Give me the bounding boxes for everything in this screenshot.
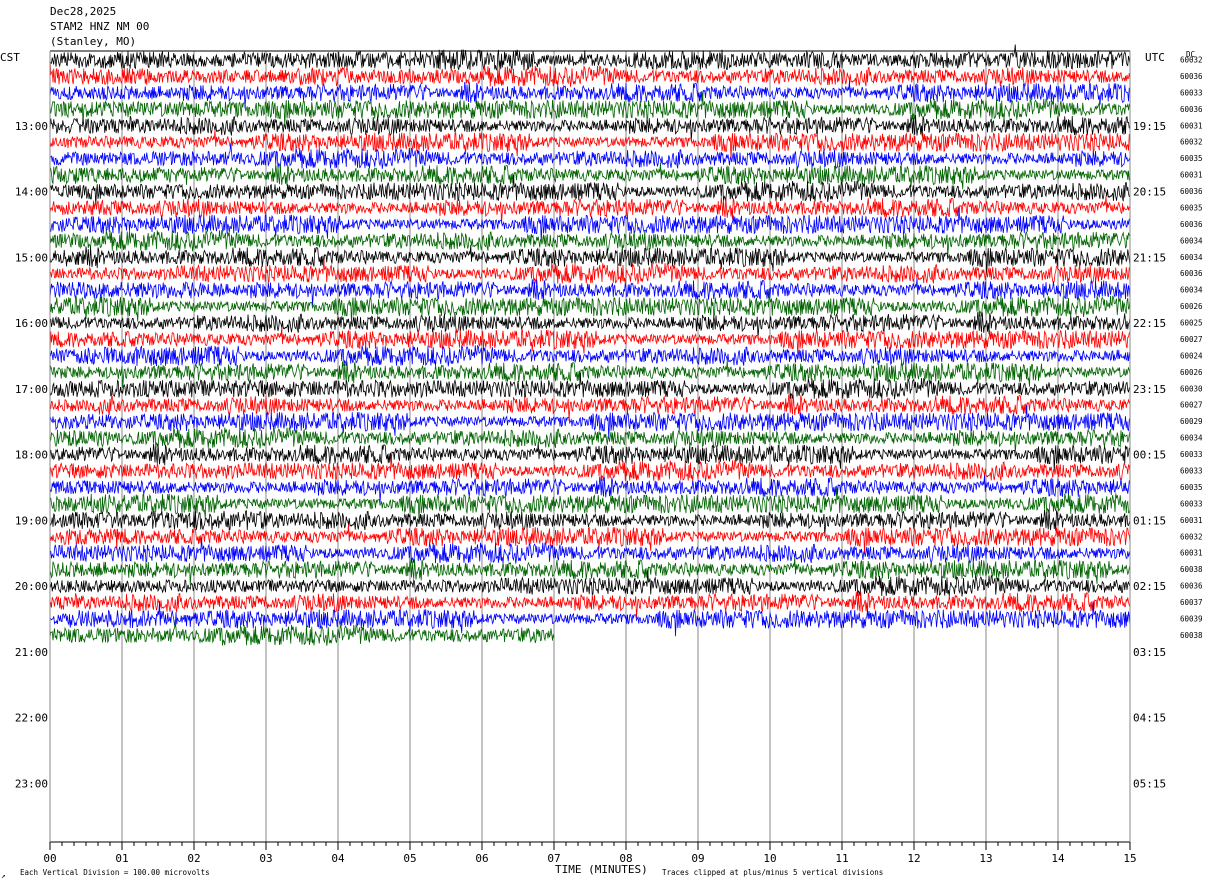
dc-offset-label: 60036 <box>1180 105 1203 114</box>
dc-offset-label: 60030 <box>1180 384 1203 393</box>
dc-offset-label: 60036 <box>1180 269 1203 278</box>
dc-offset-label: 60026 <box>1180 368 1203 377</box>
left-hour-label: 20:00 <box>15 580 48 593</box>
dc-offset-label: 60034 <box>1180 253 1203 262</box>
right-timezone-label: UTC <box>1145 51 1165 64</box>
left-hour-label: 18:00 <box>15 449 48 462</box>
dc-offset-label: 60034 <box>1180 434 1203 443</box>
x-tick-label: 15 <box>1123 852 1136 865</box>
x-axis-label: TIME (MINUTES) <box>555 863 648 876</box>
left-hour-label: 13:00 <box>15 120 48 133</box>
x-tick-label: 10 <box>763 852 776 865</box>
x-tick-label: 09 <box>691 852 704 865</box>
footer-scale-note: Each Vertical Division = 100.00 microvol… <box>20 868 210 877</box>
x-tick-label: 01 <box>115 852 128 865</box>
right-hour-label: 03:15 <box>1133 646 1166 659</box>
dc-offset-label: 60038 <box>1180 631 1203 640</box>
dc-offset-labels: 60032 60036 60033 60036 60031 60032 60035 60031… <box>1180 56 1203 640</box>
dc-offset-label: 60031 <box>1180 549 1203 558</box>
right-hour-label: 22:15 <box>1133 317 1166 330</box>
right-hour-label: 20:15 <box>1133 186 1166 199</box>
left-hour-label: 15:00 <box>15 251 48 264</box>
seismic-trace <box>49 174 1131 206</box>
x-tick-label: 11 <box>835 852 848 865</box>
x-tick-label: 03 <box>259 852 272 865</box>
dc-offset-label: 60032 <box>1180 56 1203 65</box>
left-hour-label: 19:00 <box>15 514 48 527</box>
seismic-trace <box>49 404 1131 439</box>
left-hour-label: 21:00 <box>15 646 48 659</box>
right-hour-label: 02:15 <box>1133 580 1166 593</box>
footer-clip-note: Traces clipped at plus/minus 5 vertical … <box>662 868 883 877</box>
title-date: Dec28,2025 <box>50 5 116 18</box>
left-hour-label: 16:00 <box>15 317 48 330</box>
seismic-trace <box>49 455 1131 482</box>
x-tick-label: 05 <box>403 852 416 865</box>
right-hour-label: 00:15 <box>1133 449 1166 462</box>
dc-offset-label: 60032 <box>1180 138 1203 147</box>
dc-offset-label: 60024 <box>1180 351 1203 360</box>
right-hour-label: 23:15 <box>1133 383 1166 396</box>
left-hour-label: 23:00 <box>15 777 48 790</box>
dc-offset-label: 60036 <box>1180 187 1203 196</box>
seismic-traces <box>49 44 1131 646</box>
dc-offset-label: 60036 <box>1180 220 1203 229</box>
corner-arrow-icon: ↗ <box>1 871 6 880</box>
right-hour-label: 05:15 <box>1133 777 1166 790</box>
seismic-trace <box>49 277 1131 306</box>
dc-offset-label: 60031 <box>1180 516 1203 525</box>
right-hour-label: 01:15 <box>1133 514 1166 527</box>
right-hour-label: 19:15 <box>1133 120 1166 133</box>
x-tick-label: 14 <box>1051 852 1065 865</box>
left-timezone-label: CST <box>0 51 20 64</box>
dc-offset-label: 60033 <box>1180 88 1203 97</box>
x-tick-label: 00 <box>43 852 56 865</box>
seismic-trace <box>49 591 1131 619</box>
seismic-trace <box>49 44 1131 72</box>
right-hour-label: 21:15 <box>1133 251 1166 264</box>
right-hour-label: 04:15 <box>1133 712 1166 725</box>
dc-offset-label: 60038 <box>1180 565 1203 574</box>
left-hour-label: 22:00 <box>15 712 48 725</box>
x-tick-label: 13 <box>979 852 992 865</box>
seismic-trace <box>49 129 1131 160</box>
dc-offset-label: 60031 <box>1180 171 1203 180</box>
x-axis-ticks: 00 01 02 03 04 05 06 07 08 09 10 11 12 13 14 15 <box>43 842 1137 865</box>
x-tick-label: 02 <box>187 852 200 865</box>
seismic-trace <box>49 509 1131 536</box>
dc-offset-label: 60036 <box>1180 582 1203 591</box>
dc-offset-label: 60025 <box>1180 319 1203 328</box>
seismogram: Dec28,2025 STAM2 HNZ NM 00 (Stanley, MO)… <box>0 5 1203 880</box>
x-tick-label: 12 <box>907 852 920 865</box>
seismic-trace <box>49 57 1131 87</box>
dc-offset-label: 60036 <box>1180 72 1203 81</box>
dc-offset-label: 60027 <box>1180 335 1203 344</box>
dc-offset-label: 60029 <box>1180 417 1203 426</box>
dc-offset-label: 60033 <box>1180 450 1203 459</box>
seismic-trace <box>49 327 1131 357</box>
dc-offset-label: 60035 <box>1180 483 1203 492</box>
dc-offset-label: 60031 <box>1180 121 1203 130</box>
x-tick-label: 04 <box>331 852 345 865</box>
title-location: (Stanley, MO) <box>50 35 136 48</box>
dc-offset-label: 60035 <box>1180 203 1203 212</box>
left-hour-label: 14:00 <box>15 186 48 199</box>
dc-offset-label: 60033 <box>1180 467 1203 476</box>
dc-offset-label: 60027 <box>1180 401 1203 410</box>
dc-offset-label: 60032 <box>1180 532 1203 541</box>
dc-offset-label: 60034 <box>1180 236 1203 245</box>
x-tick-label: 06 <box>475 852 488 865</box>
dc-offset-label: 60026 <box>1180 302 1203 311</box>
dc-offset-label: 60034 <box>1180 286 1203 295</box>
seismic-trace <box>49 570 1131 597</box>
dc-offset-label: 60033 <box>1180 499 1203 508</box>
seismic-trace <box>49 373 1131 400</box>
seismic-trace <box>49 289 1131 324</box>
dc-offset-label: 60037 <box>1180 598 1203 607</box>
left-hour-label: 17:00 <box>15 383 48 396</box>
dc-offset-label: 60035 <box>1180 154 1203 163</box>
title-station: STAM2 HNZ NM 00 <box>50 20 149 33</box>
dc-offset-label: 60039 <box>1180 614 1203 623</box>
